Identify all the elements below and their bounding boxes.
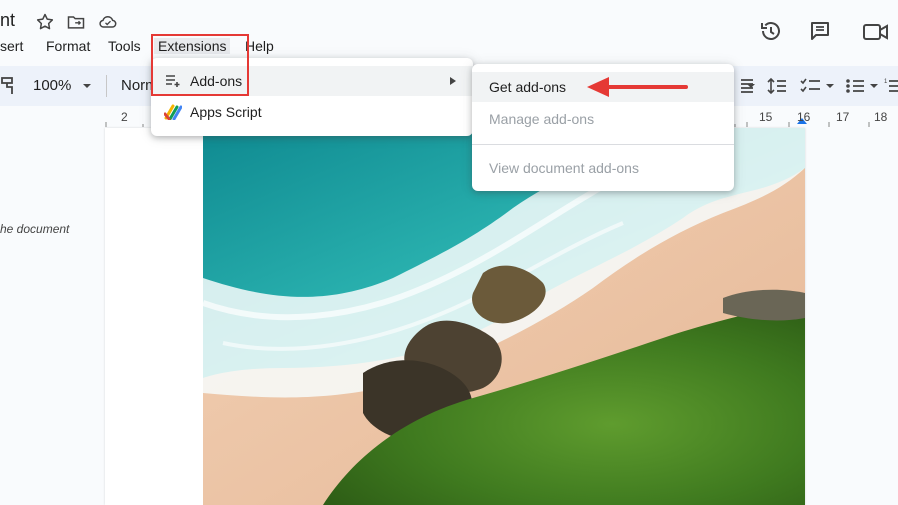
svg-text:1: 1	[884, 79, 888, 85]
toolbar-divider	[106, 75, 107, 97]
menu-item-manage-add-ons: Manage add-ons	[472, 104, 734, 134]
menu-item-label: Apps Script	[190, 104, 262, 120]
line-spacing-icon[interactable]	[767, 77, 787, 95]
move-to-folder-icon[interactable]	[66, 12, 86, 32]
menu-item-label: View document add-ons	[489, 160, 639, 176]
ruler-tick-label: 17	[836, 110, 850, 124]
chevron-down-icon[interactable]	[746, 82, 756, 90]
menu-bar: sert Format Tools Extensions Help	[0, 36, 898, 58]
zoom-select[interactable]: 100%	[33, 77, 71, 94]
menu-divider	[472, 144, 734, 145]
menu-help[interactable]: Help	[245, 38, 274, 54]
menu-item-apps-script[interactable]: Apps Script	[151, 97, 473, 127]
menu-item-view-document-add-ons: View document add-ons	[472, 153, 734, 183]
ruler-tick-label: 15	[759, 110, 773, 124]
checklist-icon[interactable]	[800, 77, 822, 95]
menu-item-label: Get add-ons	[489, 79, 567, 95]
menu-tools[interactable]: Tools	[108, 38, 141, 54]
paint-format-icon[interactable]	[0, 76, 16, 96]
menu-item-label: Manage add-ons	[489, 111, 595, 127]
document-outline-text[interactable]: he document	[0, 222, 69, 236]
numbered-list-icon[interactable]: 1	[884, 77, 898, 95]
chevron-down-icon[interactable]	[869, 82, 879, 90]
apps-script-icon	[164, 104, 182, 120]
bulleted-list-icon[interactable]	[845, 77, 865, 95]
annotation-arrow-icon	[587, 77, 688, 97]
submenu-arrow-icon	[450, 77, 456, 85]
document-title[interactable]: nt	[0, 10, 15, 31]
ruler-tick-label: 2	[121, 110, 128, 124]
cloud-saved-icon[interactable]	[98, 12, 118, 32]
chevron-down-icon[interactable]	[825, 82, 835, 90]
menu-format[interactable]: Format	[46, 38, 90, 54]
ruler-tick-label: 18	[874, 110, 888, 124]
star-icon[interactable]	[35, 12, 55, 32]
chevron-down-icon[interactable]	[82, 82, 92, 90]
highlight-box	[151, 34, 249, 96]
ruler-tick-label: 16	[797, 110, 811, 124]
menu-insert[interactable]: sert	[0, 38, 23, 54]
